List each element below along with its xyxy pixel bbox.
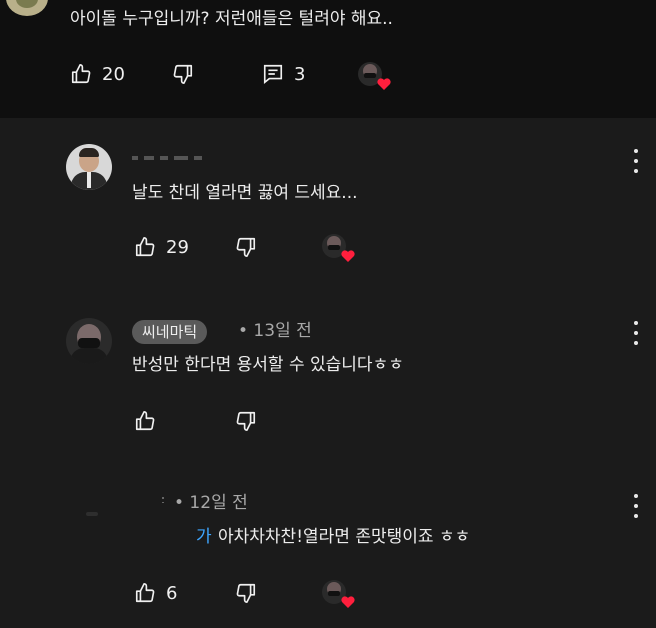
more-vert-icon (634, 321, 638, 325)
reply-1-dislike-button[interactable] (235, 236, 257, 258)
reply-1-avatar[interactable] (66, 144, 112, 190)
reply-1-author-redacted (132, 150, 262, 160)
top-dislike-button[interactable] (172, 63, 194, 85)
reply-1-like-count: 29 (166, 236, 189, 258)
top-comment-text: 아이돌 누구입니까? 저런애들은 털려야 해요.. (70, 9, 393, 29)
top-comment-avatar[interactable] (6, 0, 48, 16)
reply-3-creator-heart (320, 578, 355, 610)
reply-3-like-button[interactable]: 6 (134, 582, 177, 604)
heart-icon (377, 78, 391, 90)
more-vert-icon (634, 494, 638, 498)
reply-2-timestamp: • 13일 전 (238, 321, 312, 341)
reply-3-author-redacted (162, 497, 168, 503)
reply-1-text: 날도 찬데 열라면 끓여 드세요... (132, 183, 358, 203)
reply-2-dislike-button[interactable] (235, 410, 257, 432)
reply-3-avatar-faded (86, 512, 98, 516)
thumbs-up-icon (70, 63, 92, 85)
thumbs-up-icon (134, 410, 156, 432)
reply-3-text: 아차차차찬!열라면 존맛탱이죠 ㅎㅎ (218, 527, 471, 547)
heart-icon (341, 250, 355, 262)
reply-2-more-button[interactable] (633, 321, 639, 345)
thumbs-up-icon (134, 236, 156, 258)
top-reply-count: 3 (294, 63, 306, 85)
reply-3-timestamp: • 12일 전 (174, 493, 248, 513)
thumbs-down-icon (235, 582, 257, 604)
top-replies-button[interactable]: 3 (262, 63, 305, 85)
reply-3-dislike-button[interactable] (235, 582, 257, 604)
thumbs-down-icon (235, 236, 257, 258)
top-like-button[interactable]: 20 (70, 63, 125, 85)
thumbs-down-icon (235, 410, 257, 432)
reply-1-more-button[interactable] (633, 149, 639, 173)
top-comment: 아이돌 누구입니까? 저런애들은 털려야 해요.. 20 3 (0, 0, 656, 118)
reply-3-more-button[interactable] (633, 494, 639, 518)
thumbs-down-icon (172, 63, 194, 85)
heart-icon (341, 596, 355, 608)
more-vert-icon (634, 149, 638, 153)
reply-3-like-count: 6 (166, 582, 178, 604)
reply-2-avatar[interactable] (66, 318, 112, 364)
thumbs-up-icon (134, 582, 156, 604)
reply-2-author-chip[interactable]: 씨네마틱 (132, 320, 208, 344)
reply-1-like-button[interactable]: 29 (134, 236, 189, 258)
reply-2-like-button[interactable] (134, 410, 156, 432)
reply-2-text: 반성만 한다면 용서할 수 있습니다ㅎㅎ (132, 355, 404, 375)
reply-comment-icon (262, 63, 284, 85)
top-like-count: 20 (102, 63, 125, 85)
creator-heart-avatar (356, 60, 391, 92)
reply-3-mention[interactable]: 가 (196, 526, 212, 548)
reply-1-creator-heart (320, 232, 355, 264)
